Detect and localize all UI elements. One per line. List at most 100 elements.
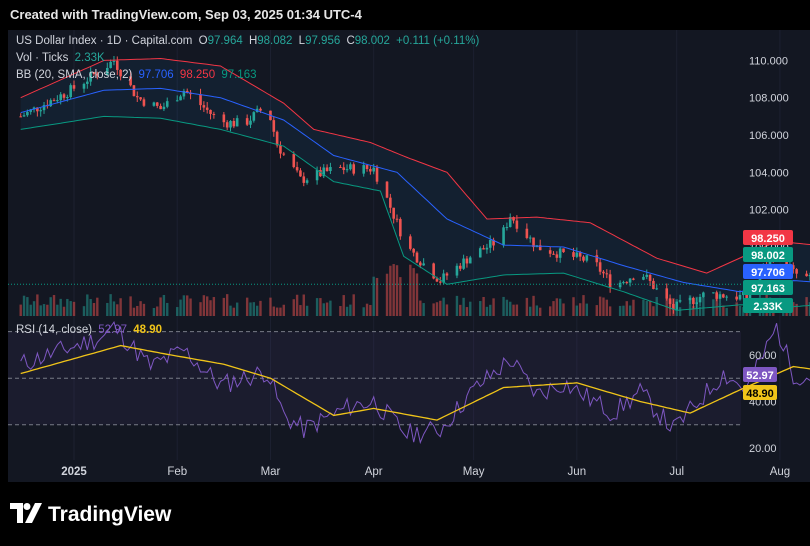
- candle-body: [548, 250, 552, 254]
- candle-body: [485, 247, 489, 250]
- rsi-badge-text-rsi-ma: 48.90: [746, 388, 774, 400]
- candle-body: [625, 282, 629, 284]
- header-bar: Created with TradingView.com, Sep 03, 20…: [0, 0, 810, 30]
- volume-bar: [136, 305, 139, 316]
- candle-body: [562, 248, 565, 253]
- candle-body: [26, 111, 29, 116]
- volume-bar: [509, 301, 512, 316]
- volume-bar: [325, 302, 329, 316]
- candle-body: [132, 85, 136, 97]
- candle-body: [598, 262, 602, 272]
- candle-body: [555, 254, 559, 258]
- candle-body: [112, 60, 116, 62]
- candle-body: [688, 297, 692, 301]
- volume-bar: [605, 299, 608, 316]
- volume-bar: [422, 303, 425, 316]
- volume-bar: [375, 277, 379, 316]
- candle-body: [205, 107, 209, 110]
- volume-bar: [62, 306, 66, 316]
- volume-bar: [352, 294, 355, 316]
- volume-bar: [492, 298, 495, 316]
- volume-bar: [269, 297, 272, 316]
- candle-body: [259, 108, 262, 111]
- candle-body: [795, 269, 798, 274]
- legend-symbol: US Dollar Index · 1D · Capital.com: [16, 35, 193, 47]
- volume-bar: [322, 303, 325, 316]
- volume-bar: [206, 296, 209, 316]
- volume-bar: [139, 301, 142, 316]
- candle-body: [488, 239, 492, 248]
- volume-bar: [225, 294, 229, 316]
- candle-body: [602, 271, 605, 274]
- candle-body: [362, 165, 366, 174]
- candle-body: [575, 252, 579, 257]
- candle-body: [339, 166, 342, 168]
- candle-body: [375, 167, 379, 182]
- volume-bar: [26, 297, 29, 316]
- candle-body: [558, 248, 562, 258]
- candle-body: [86, 81, 89, 84]
- volume-bar: [295, 294, 299, 316]
- volume-bar: [299, 305, 302, 316]
- price-axis-label: 104.000: [749, 167, 789, 179]
- volume-bar: [209, 300, 212, 316]
- legend-bb-label: BB (20, SMA, close, 2): [16, 69, 133, 81]
- volume-bar: [272, 306, 275, 316]
- chart-screenshot: Created with TradingView.com, Sep 03, 20…: [0, 0, 810, 546]
- time-axis-label: May: [463, 466, 485, 478]
- volume-bar: [69, 301, 72, 316]
- volume-bar: [365, 303, 369, 316]
- volume-bar: [562, 303, 565, 316]
- candle-body: [165, 101, 169, 107]
- rsi-axis-label: 20.00: [749, 443, 777, 455]
- chart-area[interactable]: 110.000108.000106.000104.000102.000100.0…: [8, 30, 810, 482]
- volume-bar: [525, 297, 529, 316]
- volume-bar: [648, 300, 652, 316]
- volume-bar: [176, 307, 179, 316]
- candle-body: [389, 197, 392, 208]
- volume-bar: [439, 300, 442, 316]
- candle-body: [305, 180, 309, 183]
- legend-rsi-ma: 48.90: [133, 324, 163, 336]
- volume-bar: [362, 307, 365, 316]
- candle-body: [605, 273, 609, 275]
- volume-bar: [32, 301, 36, 316]
- legend-bb: BB (20, SMA, close, 2) 97.706 98.250 97.…: [16, 69, 260, 81]
- candle-body: [422, 263, 425, 266]
- volume-bar: [389, 265, 392, 316]
- volume-bar: [106, 302, 109, 316]
- legend-close: 98.002: [354, 35, 390, 47]
- volume-bar: [116, 304, 119, 316]
- candle-body: [72, 85, 76, 89]
- volume-bar: [89, 299, 92, 316]
- candle-body: [419, 262, 422, 266]
- volume-bar: [642, 299, 645, 316]
- volume-bar: [159, 297, 162, 316]
- volume-bar: [558, 298, 562, 316]
- candle-body: [59, 94, 62, 101]
- candle-body: [249, 120, 252, 125]
- volume-bar: [735, 302, 738, 316]
- bb-fill: [20, 58, 810, 311]
- candle-body: [395, 218, 399, 220]
- candle-body: [675, 301, 679, 310]
- volume-bar: [455, 295, 459, 316]
- candle-body: [392, 207, 395, 219]
- candle-body: [175, 100, 179, 102]
- time-axis-label: Mar: [261, 466, 281, 478]
- chart-svg[interactable]: 110.000108.000106.000104.000102.000100.0…: [8, 30, 810, 482]
- legend-bb-upper: 98.250: [179, 69, 216, 81]
- volume-bar: [655, 296, 658, 316]
- volume-bar: [725, 307, 728, 316]
- volume-bar: [432, 303, 435, 316]
- price-axis-label: 106.000: [749, 130, 789, 142]
- candle-body: [805, 273, 808, 277]
- candle-body: [225, 122, 229, 128]
- volume-bar: [435, 302, 439, 316]
- candle-body: [232, 120, 236, 127]
- candle-body: [409, 236, 412, 249]
- legend-vol-label: Vol · Ticks: [16, 52, 69, 64]
- volume-bar: [462, 297, 465, 316]
- volume-bar: [119, 298, 122, 316]
- candle-body: [465, 258, 469, 264]
